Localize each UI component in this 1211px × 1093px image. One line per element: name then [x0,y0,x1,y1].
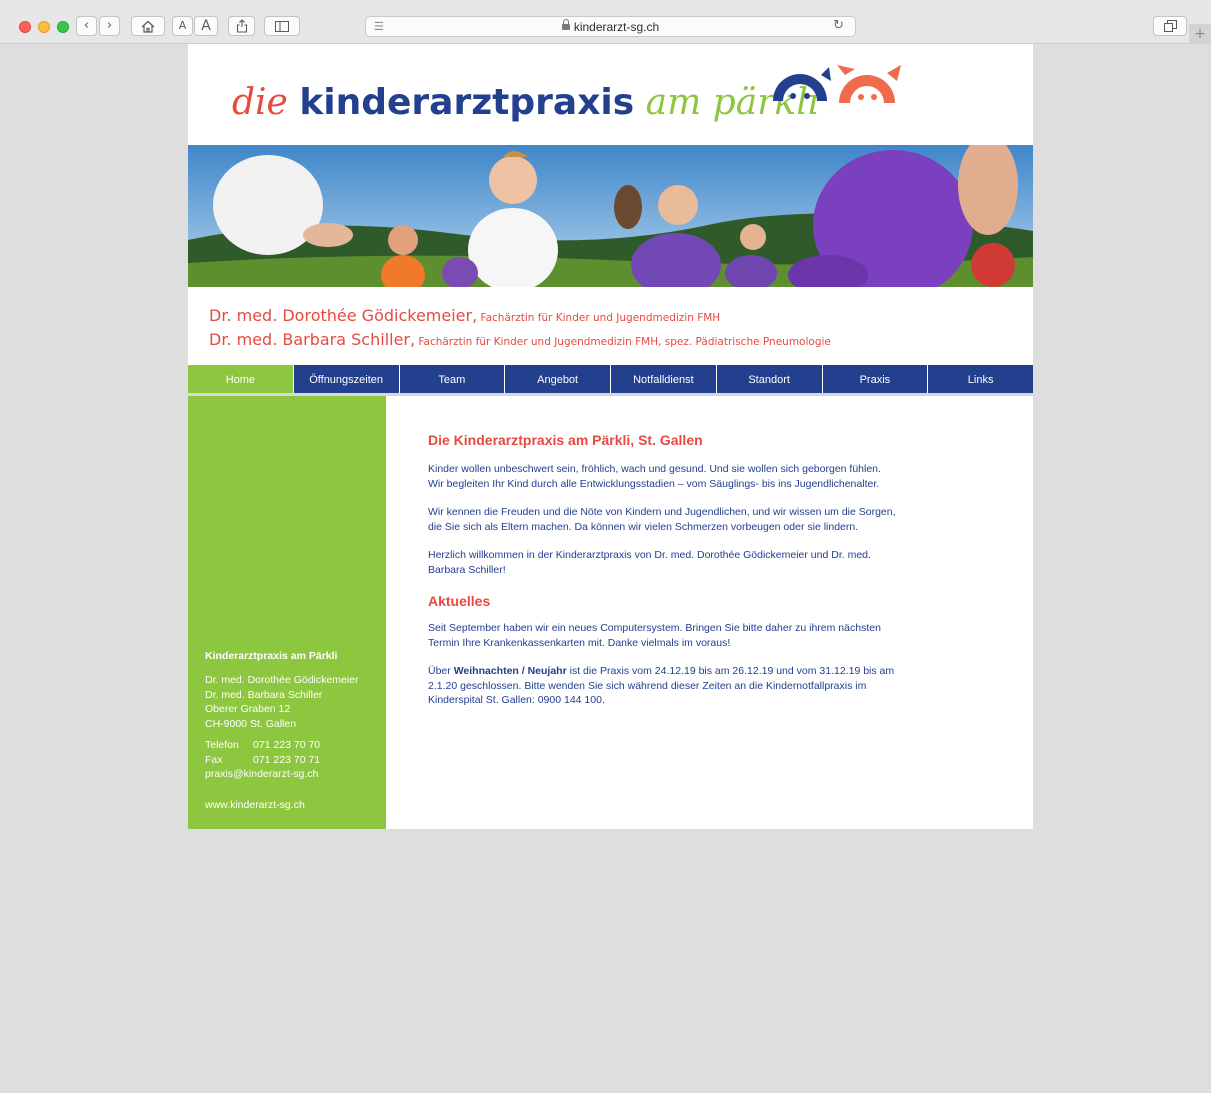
url-text: kinderarzt-sg.ch [573,20,660,34]
share-icon [236,19,247,33]
reload-icon[interactable]: ↻ [833,18,844,33]
home-icon [141,20,155,33]
logo-die: die [232,82,300,123]
chevron-left-icon: ‹ [83,18,90,33]
mascot-faces-logo [773,65,901,103]
fax-label: Fax [205,753,223,766]
news-paragraph: Über Weihnachten / Neujahr ist die Praxi… [428,664,898,708]
browser-toolbar: ‹ › A A ☰ kinderarzt-sg.ch ↻ + [0,0,1211,44]
main-navigation: Home Öffnungszeiten Team Angebot Notfall… [188,365,1033,396]
nav-standort[interactable]: Standort [717,365,823,393]
site-logo[interactable]: die kinderarztpraxis am pärkli [232,80,819,124]
sidebar-toggle-button[interactable] [264,16,300,36]
site-page: die kinderarztpraxis am pärkli Dr. med. … [188,44,1033,829]
text-larger-label: A [201,18,211,34]
phone-label: Telefon [205,739,239,751]
intro-paragraph: Wir kennen die Freuden und die Nöte von … [428,506,896,533]
address-line: Dr. med. Barbara Schiller [205,688,323,701]
minimize-window-button[interactable] [38,21,50,33]
nav-oeffnungszeiten[interactable]: Öffnungszeiten [294,365,400,393]
chevron-right-icon: › [106,18,113,33]
close-window-button[interactable] [19,21,31,33]
website-link[interactable]: www.kinderarzt-sg.ch [205,798,305,813]
logo-kinderarztpraxis: kinderarztpraxis [299,82,635,123]
news-highlight: Weihnachten / Neujahr [453,665,567,677]
intro-paragraph: Kinder wollen unbeschwert sein, fröhlich… [428,463,881,490]
fax-number: 071 223 70 71 [253,753,321,766]
nav-home[interactable]: Home [188,365,294,393]
phone-row: Telefon 071 223 70 70 [205,738,320,753]
tabs-icon [1163,20,1177,32]
page-title: Die Kinderarztpraxis am Pärkli, St. Gall… [428,432,703,448]
nav-angebot[interactable]: Angebot [505,365,611,393]
news-paragraph: Seit September haben wir ein neues Compu… [428,622,881,649]
sidebar-contact: Telefon 071 223 70 70 Fax 071 223 70 71 pr… [205,738,320,782]
plus-icon: + [1194,26,1206,42]
doctor-name: Dr. med. Barbara Schiller, [209,330,416,349]
nav-links[interactable]: Links [928,365,1033,393]
doctor-line: Dr. med. Dorothée Gödickemeier, Fachärzt… [209,306,831,330]
contact-sidebar: Kinderarztpraxis am Pärkli Dr. med. Doro… [188,396,386,829]
doctor-name: Dr. med. Dorothée Gödickemeier, [209,306,478,325]
text-smaller-button[interactable]: A [172,16,193,36]
nav-notfalldienst[interactable]: Notfalldienst [611,365,717,393]
text-larger-button[interactable]: A [194,16,218,36]
nav-praxis[interactable]: Praxis [823,365,929,393]
intro-paragraph: Herzlich willkommen in der Kinderarztpra… [428,549,871,576]
nav-team[interactable]: Team [400,365,506,393]
sidebar-icon [275,21,289,32]
new-tab-button[interactable]: + [1189,24,1211,44]
home-button[interactable] [131,16,165,36]
address-line: CH-9000 St. Gallen [205,717,297,730]
back-button[interactable]: ‹ [76,16,97,36]
phone-number[interactable]: 071 223 70 70 [253,739,320,751]
news-heading: Aktuelles [428,593,491,609]
url-display: kinderarzt-sg.ch [366,19,855,34]
email-link[interactable]: praxis@kinderarzt-sg.ch [205,767,320,782]
news-text: Über [428,665,454,677]
address-bar[interactable]: ☰ kinderarzt-sg.ch ↻ [365,16,856,37]
sidebar-address: Dr. med. Dorothée Gödickemeier Dr. med. … [205,673,358,731]
lock-icon [561,19,570,30]
zoom-window-button[interactable] [57,21,69,33]
doctor-line: Dr. med. Barbara Schiller, Fachärztin fü… [209,330,831,354]
address-line: Oberer Graben 12 [205,703,291,715]
sidebar-title: Kinderarztpraxis am Pärkli [205,650,338,662]
address-line: Dr. med. Dorothée Gödickemeier [205,674,359,686]
doctors-list: Dr. med. Dorothée Gödickemeier, Fachärzt… [209,306,831,354]
text-smaller-label: A [178,19,187,32]
main-content: Die Kinderarztpraxis am Pärkli, St. Gall… [428,432,898,722]
hero-photo-running-children [188,145,1033,287]
forward-button[interactable]: › [99,16,120,36]
doctor-title: Fachärztin für Kinder und Jugendmedizin … [415,336,831,348]
doctor-title: Fachärztin für Kinder und Jugendmedizin … [477,312,721,324]
fax-row: Fax 071 223 70 71 [205,753,320,768]
tab-overview-button[interactable] [1153,16,1187,36]
share-button[interactable] [228,16,255,36]
